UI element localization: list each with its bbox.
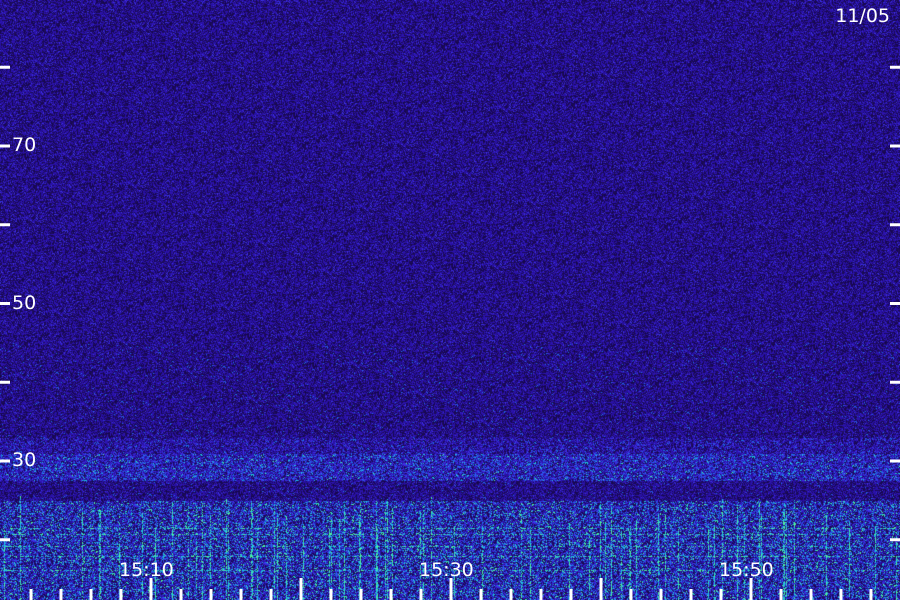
y-tick-label: 50 [12, 291, 37, 314]
axis-overlay [0, 65, 900, 600]
x-tick-label: 15:30 [419, 559, 474, 581]
y-tick-label: 70 [12, 134, 37, 156]
x-tick-label: 15:10 [119, 559, 174, 581]
x-tick-label: 15:50 [719, 559, 774, 581]
date-label: 11/05 [835, 5, 890, 27]
spectrogram-chart: 11/05 70 50 30 15:10 15:30 15:50 [0, 0, 900, 600]
y-tick-label: 30 [12, 449, 37, 471]
